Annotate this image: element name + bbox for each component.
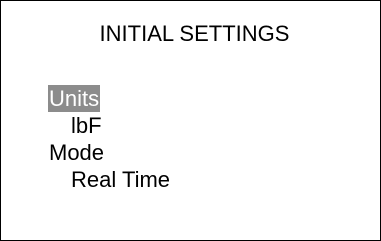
mode-value: Real Time	[48, 166, 171, 193]
menu-item-mode[interactable]: Mode	[48, 139, 171, 166]
settings-screen: INITIAL SETTINGS Units lbF Mode Real Tim…	[0, 0, 381, 241]
screen-title: INITIAL SETTINGS	[99, 21, 290, 46]
mode-value-text: Real Time	[71, 167, 171, 192]
menu-item-mode-label: Mode	[49, 140, 105, 165]
units-value-text: lbF	[71, 113, 102, 138]
units-value: lbF	[48, 112, 171, 139]
menu-item-units[interactable]: Units	[48, 85, 171, 112]
settings-menu: Units lbF Mode Real Time	[48, 85, 171, 193]
menu-item-units-label: Units	[48, 85, 101, 112]
